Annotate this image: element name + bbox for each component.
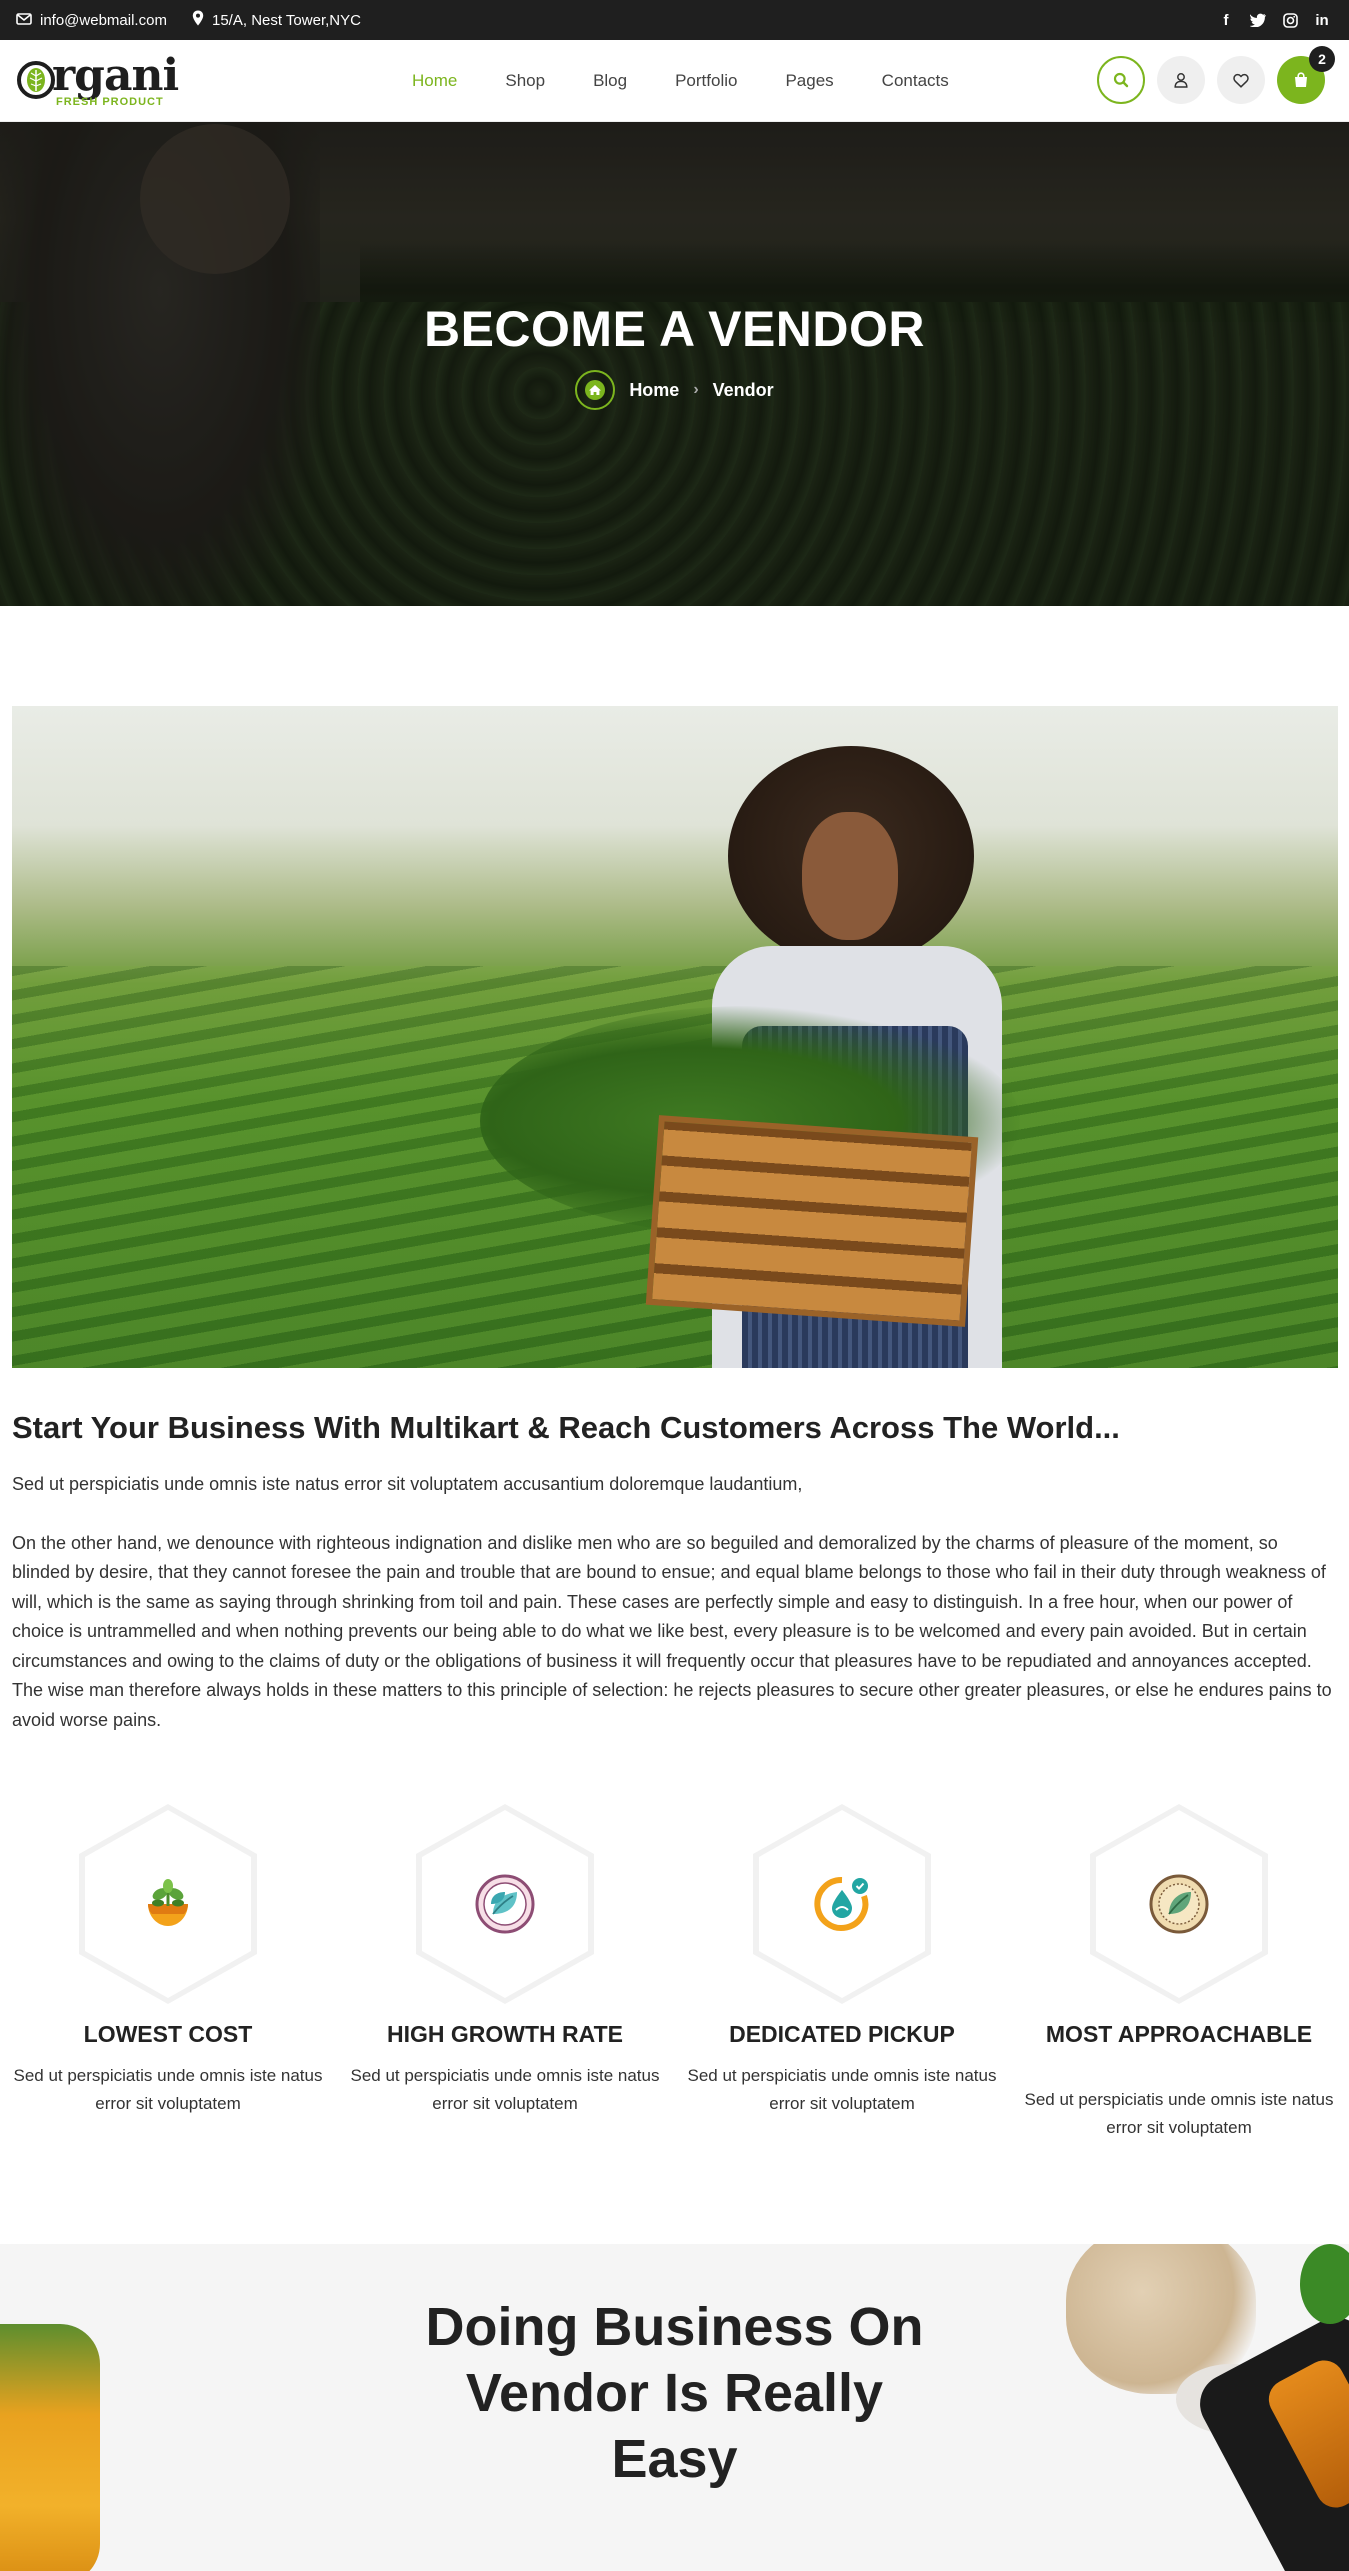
home-icon[interactable] bbox=[575, 370, 616, 410]
intro-heading: Start Your Business With Multikart & Rea… bbox=[12, 1410, 1120, 1445]
feature-title: MOST APPROACHABLE bbox=[1045, 2021, 1313, 2047]
breadcrumb-current: Vendor bbox=[712, 379, 774, 400]
intro-section: Start Your Business With Multikart & Rea… bbox=[12, 1410, 1338, 1735]
feature-title: LOWEST COST bbox=[83, 2021, 253, 2047]
image-woman-face bbox=[802, 812, 898, 940]
cart-button[interactable]: 2 bbox=[1277, 46, 1335, 104]
heart-icon bbox=[1233, 73, 1249, 88]
twitter-icon[interactable] bbox=[1249, 11, 1267, 29]
instagram-icon[interactable] bbox=[1281, 11, 1299, 29]
features-section: LOWEST COST Sed ut perspiciatis unde omn… bbox=[0, 1804, 1349, 2150]
user-icon bbox=[1174, 73, 1188, 88]
topbar-address: 15/A, Nest Tower,NYC bbox=[192, 0, 361, 40]
page-hero-banner: BECOME A VENDOR Home › Vendor bbox=[0, 122, 1349, 606]
main-nav: Home Shop Blog Portfolio Pages Contacts bbox=[388, 40, 973, 122]
cart-count-badge: 2 bbox=[1309, 46, 1335, 72]
hero-overlay bbox=[0, 122, 1349, 606]
social-links: f in bbox=[1217, 0, 1331, 40]
chevron-right-icon: › bbox=[693, 381, 699, 398]
topbar-address-text: 15/A, Nest Tower,NYC bbox=[212, 11, 361, 29]
facebook-icon[interactable]: f bbox=[1217, 11, 1235, 29]
nav-contacts[interactable]: Contacts bbox=[858, 71, 973, 91]
intro-paragraph-long: On the other hand, we denounce with righ… bbox=[12, 1532, 1332, 1730]
location-pin-icon bbox=[192, 10, 204, 30]
breadcrumb-home[interactable]: Home bbox=[629, 380, 679, 401]
mail-icon bbox=[16, 12, 32, 29]
nav-blog[interactable]: Blog bbox=[569, 71, 651, 91]
decor-herb-leaf bbox=[1300, 2244, 1349, 2324]
leaves-icon bbox=[475, 1874, 535, 1934]
logo-leaf-o-icon bbox=[17, 61, 55, 99]
decor-cheese-vegetable bbox=[0, 2324, 100, 2571]
logo-tagline: FRESH PRODUCT bbox=[56, 96, 164, 108]
doing-business-section: Doing Business On Vendor Is Really Easy bbox=[0, 2244, 1349, 2571]
water-drop-icon bbox=[812, 1874, 872, 1934]
image-wooden-crate bbox=[645, 1115, 979, 1327]
top-bar: info@webmail.com 15/A, Nest Tower,NYC f … bbox=[0, 0, 1349, 40]
shopping-bag-icon bbox=[1295, 72, 1307, 87]
section-heading: Doing Business On Vendor Is Really Easy bbox=[425, 2297, 924, 2489]
vendor-feature-image bbox=[12, 706, 1338, 1368]
search-icon bbox=[1113, 72, 1129, 88]
main-header: rgani FRESH PRODUCT Home Shop Blog Portf… bbox=[0, 40, 1349, 122]
account-button[interactable] bbox=[1157, 56, 1205, 104]
feature-text: Sed ut perspiciatis unde omnis iste natu… bbox=[1024, 2090, 1334, 2137]
feature-text: Sed ut perspiciatis unde omnis iste natu… bbox=[687, 2066, 997, 2113]
linkedin-icon[interactable]: in bbox=[1313, 11, 1331, 29]
feature-title: DEDICATED PICKUP bbox=[729, 2021, 955, 2047]
feature-text: Sed ut perspiciatis unde omnis iste natu… bbox=[350, 2066, 660, 2113]
header-actions: 2 bbox=[1097, 46, 1335, 104]
site-logo[interactable]: rgani FRESH PRODUCT bbox=[16, 50, 179, 110]
nav-home[interactable]: Home bbox=[388, 71, 481, 91]
search-button[interactable] bbox=[1097, 56, 1145, 104]
feature-text: Sed ut perspiciatis unde omnis iste natu… bbox=[13, 2066, 323, 2113]
page-title: BECOME A VENDOR bbox=[423, 301, 926, 357]
feature-title: HIGH GROWTH RATE bbox=[387, 2021, 623, 2047]
topbar-email-text: info@webmail.com bbox=[40, 11, 167, 29]
plant-growth-icon bbox=[138, 1874, 198, 1934]
intro-paragraph-short: Sed ut perspiciatis unde omnis iste natu… bbox=[12, 1474, 803, 1494]
nav-portfolio[interactable]: Portfolio bbox=[651, 71, 761, 91]
nav-shop[interactable]: Shop bbox=[481, 71, 569, 91]
wishlist-button[interactable] bbox=[1217, 56, 1265, 104]
logo-wordmark: rgani bbox=[52, 50, 179, 101]
topbar-email[interactable]: info@webmail.com bbox=[16, 0, 167, 40]
breadcrumb: Home › Vendor bbox=[0, 370, 1349, 410]
organic-leaf-badge-icon bbox=[1149, 1874, 1209, 1934]
nav-pages[interactable]: Pages bbox=[761, 71, 857, 91]
